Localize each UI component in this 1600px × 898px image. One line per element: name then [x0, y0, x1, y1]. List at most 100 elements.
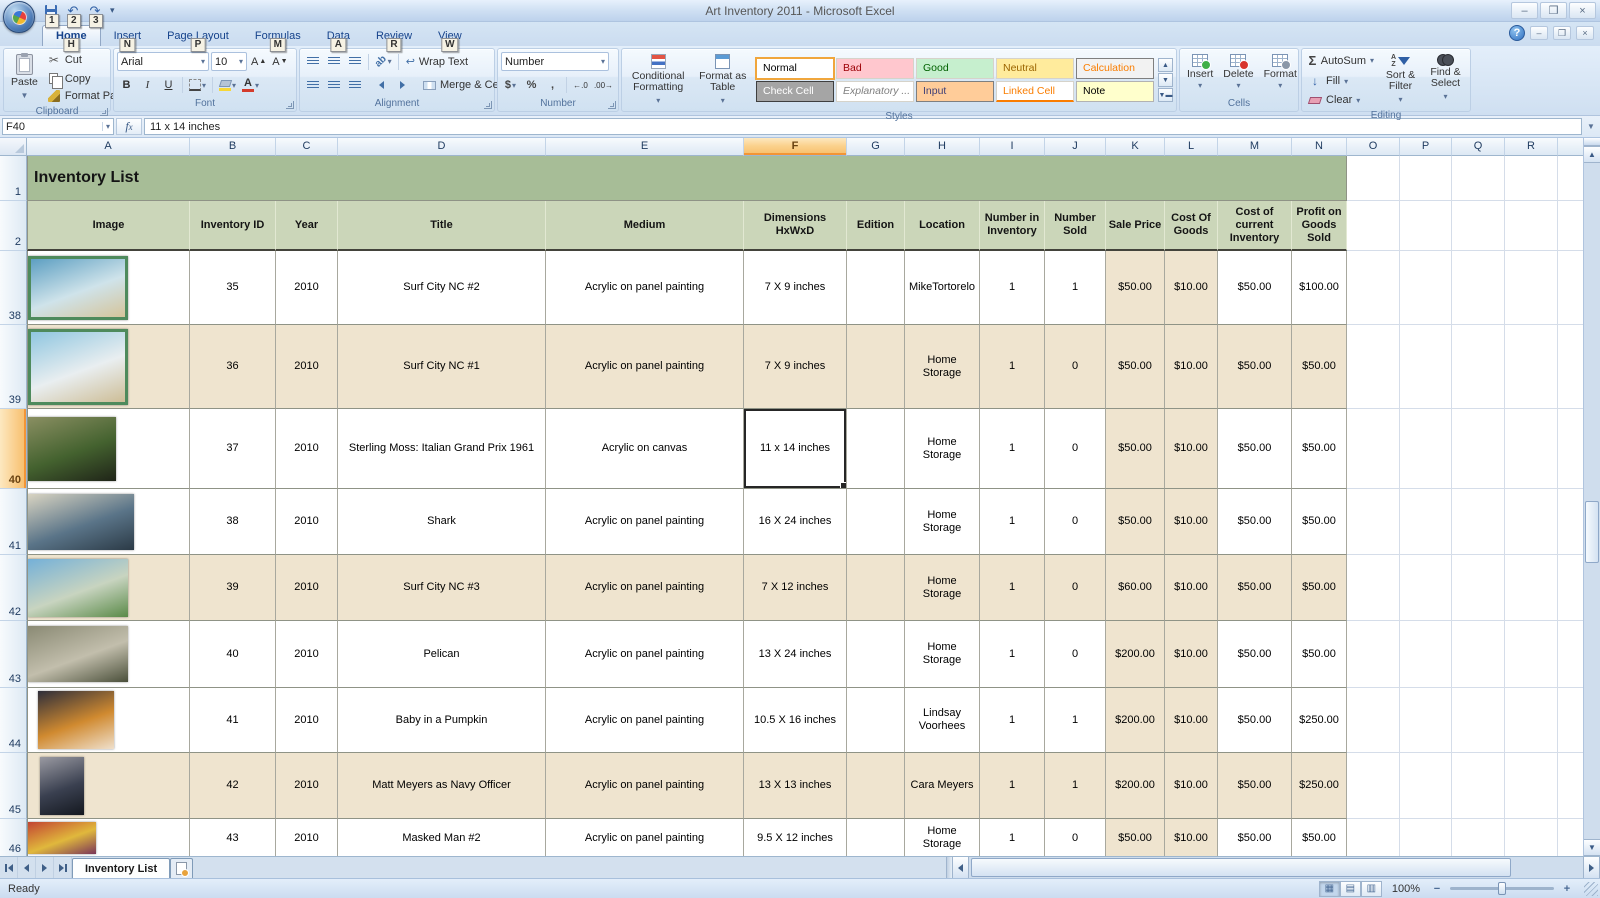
grid-cell-G40[interactable] [847, 409, 905, 489]
resize-grip[interactable] [1584, 882, 1598, 896]
grid-cell-M38[interactable]: $50.00 [1218, 251, 1292, 325]
table-header-edition[interactable]: Edition [847, 201, 905, 251]
table-header-cost-of-current-inventory[interactable]: Cost of current Inventory [1218, 201, 1292, 251]
cell-style-calculation[interactable]: Calculation [1076, 58, 1154, 79]
workbook-restore-button[interactable]: ❒ [1553, 26, 1571, 40]
table-header-profit-on-goods-sold[interactable]: Profit on Goods Sold [1292, 201, 1347, 251]
grid-cell-G39[interactable] [847, 325, 905, 409]
grid-cell-I38[interactable]: 1 [980, 251, 1045, 325]
grid-cell-D46[interactable]: Masked Man #2 [338, 819, 546, 856]
comma-style-button[interactable]: , [543, 76, 562, 95]
grid-cell-C46[interactable]: 2010 [276, 819, 338, 856]
grid-cell-C43[interactable]: 2010 [276, 621, 338, 688]
grid-cell-F46[interactable]: 9.5 X 12 inches [744, 819, 847, 856]
conditional-formatting-button[interactable]: Conditional Formatting▾ [625, 51, 691, 109]
grid-cell-H41[interactable]: Home Storage [905, 489, 980, 555]
grid-cell-F39[interactable]: 7 X 9 inches [744, 325, 847, 409]
grid-cell-K43[interactable]: $200.00 [1106, 621, 1165, 688]
align-top-button[interactable] [303, 52, 322, 71]
increase-indent-button[interactable] [393, 76, 412, 95]
artwork-thumbnail[interactable] [38, 691, 114, 749]
help-button[interactable]: ? [1509, 25, 1525, 41]
percent-style-button[interactable]: % [522, 76, 541, 95]
normal-view-button[interactable]: ▦ [1319, 881, 1340, 897]
align-center-button[interactable] [324, 76, 343, 95]
grid-cell-L40[interactable]: $10.00 [1165, 409, 1218, 489]
grid-cell-C42[interactable]: 2010 [276, 555, 338, 621]
workbook-minimize-button[interactable]: – [1530, 26, 1548, 40]
grid-cell-H43[interactable]: Home Storage [905, 621, 980, 688]
scroll-right-button[interactable] [1583, 857, 1600, 878]
grid-cell-L42[interactable]: $10.00 [1165, 555, 1218, 621]
table-header-inventory-id[interactable]: Inventory ID [190, 201, 276, 251]
row-header-46[interactable]: 46 [0, 819, 27, 856]
grid-cell-D41[interactable]: Shark [338, 489, 546, 555]
grid-cell-F44[interactable]: 10.5 X 16 inches [744, 688, 847, 753]
column-header-F[interactable]: F [744, 138, 847, 156]
font-dialog-launcher[interactable] [286, 101, 294, 109]
accounting-format-button[interactable]: $▾ [501, 76, 520, 95]
clipboard-dialog-launcher[interactable] [100, 108, 108, 116]
artwork-thumbnail[interactable] [28, 626, 128, 682]
grid-cell-N45[interactable]: $250.00 [1292, 753, 1347, 819]
grid-cell-J46[interactable]: 0 [1045, 819, 1106, 856]
grid-cell-D42[interactable]: Surf City NC #3 [338, 555, 546, 621]
grid-cell-F38[interactable]: 7 X 9 inches [744, 251, 847, 325]
row-header-1[interactable]: 1 [0, 156, 27, 201]
grid-cell-L38[interactable]: $10.00 [1165, 251, 1218, 325]
bold-button[interactable]: B [117, 76, 136, 95]
tab-view[interactable]: ViewW [425, 26, 475, 46]
page-break-view-button[interactable]: ▥ [1361, 881, 1382, 897]
zoom-out-button[interactable]: − [1430, 883, 1444, 895]
grid-cell-E38[interactable]: Acrylic on panel painting [546, 251, 744, 325]
table-header-sale-price[interactable]: Sale Price [1106, 201, 1165, 251]
italic-button[interactable]: I [138, 76, 157, 95]
grid-cell-A41[interactable] [27, 489, 190, 555]
column-header-M[interactable]: M [1218, 138, 1292, 156]
tab-data[interactable]: DataA [314, 26, 363, 46]
grid-cell-J41[interactable]: 0 [1045, 489, 1106, 555]
grid-cell-A39[interactable] [27, 325, 190, 409]
align-left-button[interactable] [303, 76, 322, 95]
grid-cell-I41[interactable]: 1 [980, 489, 1045, 555]
scroll-up-button[interactable]: ▲ [1584, 146, 1600, 163]
grid-cell-D44[interactable]: Baby in a Pumpkin [338, 688, 546, 753]
find-select-button[interactable]: Find & Select▾ [1424, 51, 1467, 108]
grid-cell-M46[interactable]: $50.00 [1218, 819, 1292, 856]
grid-cell-A45[interactable] [27, 753, 190, 819]
grid-cell-B39[interactable]: 36 [190, 325, 276, 409]
grid-cell-E45[interactable]: Acrylic on panel painting [546, 753, 744, 819]
grid-cell-D40[interactable]: Sterling Moss: Italian Grand Prix 1961 [338, 409, 546, 489]
grid-cell-G42[interactable] [847, 555, 905, 621]
grid-cell-N42[interactable]: $50.00 [1292, 555, 1347, 621]
grid-cell-N39[interactable]: $50.00 [1292, 325, 1347, 409]
grid-cell-L43[interactable]: $10.00 [1165, 621, 1218, 688]
grid-cell-E46[interactable]: Acrylic on panel painting [546, 819, 744, 856]
gallery-more-button[interactable]: ▼▬ [1158, 88, 1173, 102]
grid-cell-G45[interactable] [847, 753, 905, 819]
grid-cell-B45[interactable]: 42 [190, 753, 276, 819]
column-header-L[interactable]: L [1165, 138, 1218, 156]
grid-cell-K45[interactable]: $200.00 [1106, 753, 1165, 819]
table-header-image[interactable]: Image [27, 201, 190, 251]
grid-cell-A42[interactable] [27, 555, 190, 621]
delete-cells-button[interactable]: Delete ▾ [1219, 51, 1257, 96]
grid-cell-K46[interactable]: $50.00 [1106, 819, 1165, 856]
grid-cell-I45[interactable]: 1 [980, 753, 1045, 819]
grid-cell-I44[interactable]: 1 [980, 688, 1045, 753]
grid-cell-A40[interactable] [27, 409, 190, 489]
insert-worksheet-tab[interactable] [170, 858, 193, 878]
column-header-B[interactable]: B [190, 138, 276, 156]
grid-cell-B40[interactable]: 37 [190, 409, 276, 489]
last-sheet-button[interactable] [54, 857, 72, 878]
grid-cell-F45[interactable]: 13 X 13 inches [744, 753, 847, 819]
grid-cell-H40[interactable]: Home Storage [905, 409, 980, 489]
grid-cell-I46[interactable]: 1 [980, 819, 1045, 856]
horizontal-scrollbar[interactable] [952, 857, 1600, 878]
gallery-down-button[interactable]: ▼ [1158, 73, 1173, 87]
scroll-down-button[interactable]: ▼ [1584, 839, 1600, 856]
table-header-medium[interactable]: Medium [546, 201, 744, 251]
grid-cell-G38[interactable] [847, 251, 905, 325]
cell-style-linked-cell[interactable]: Linked Cell [996, 81, 1074, 102]
grid-cell-F40[interactable]: 11 x 14 inches [744, 409, 847, 489]
